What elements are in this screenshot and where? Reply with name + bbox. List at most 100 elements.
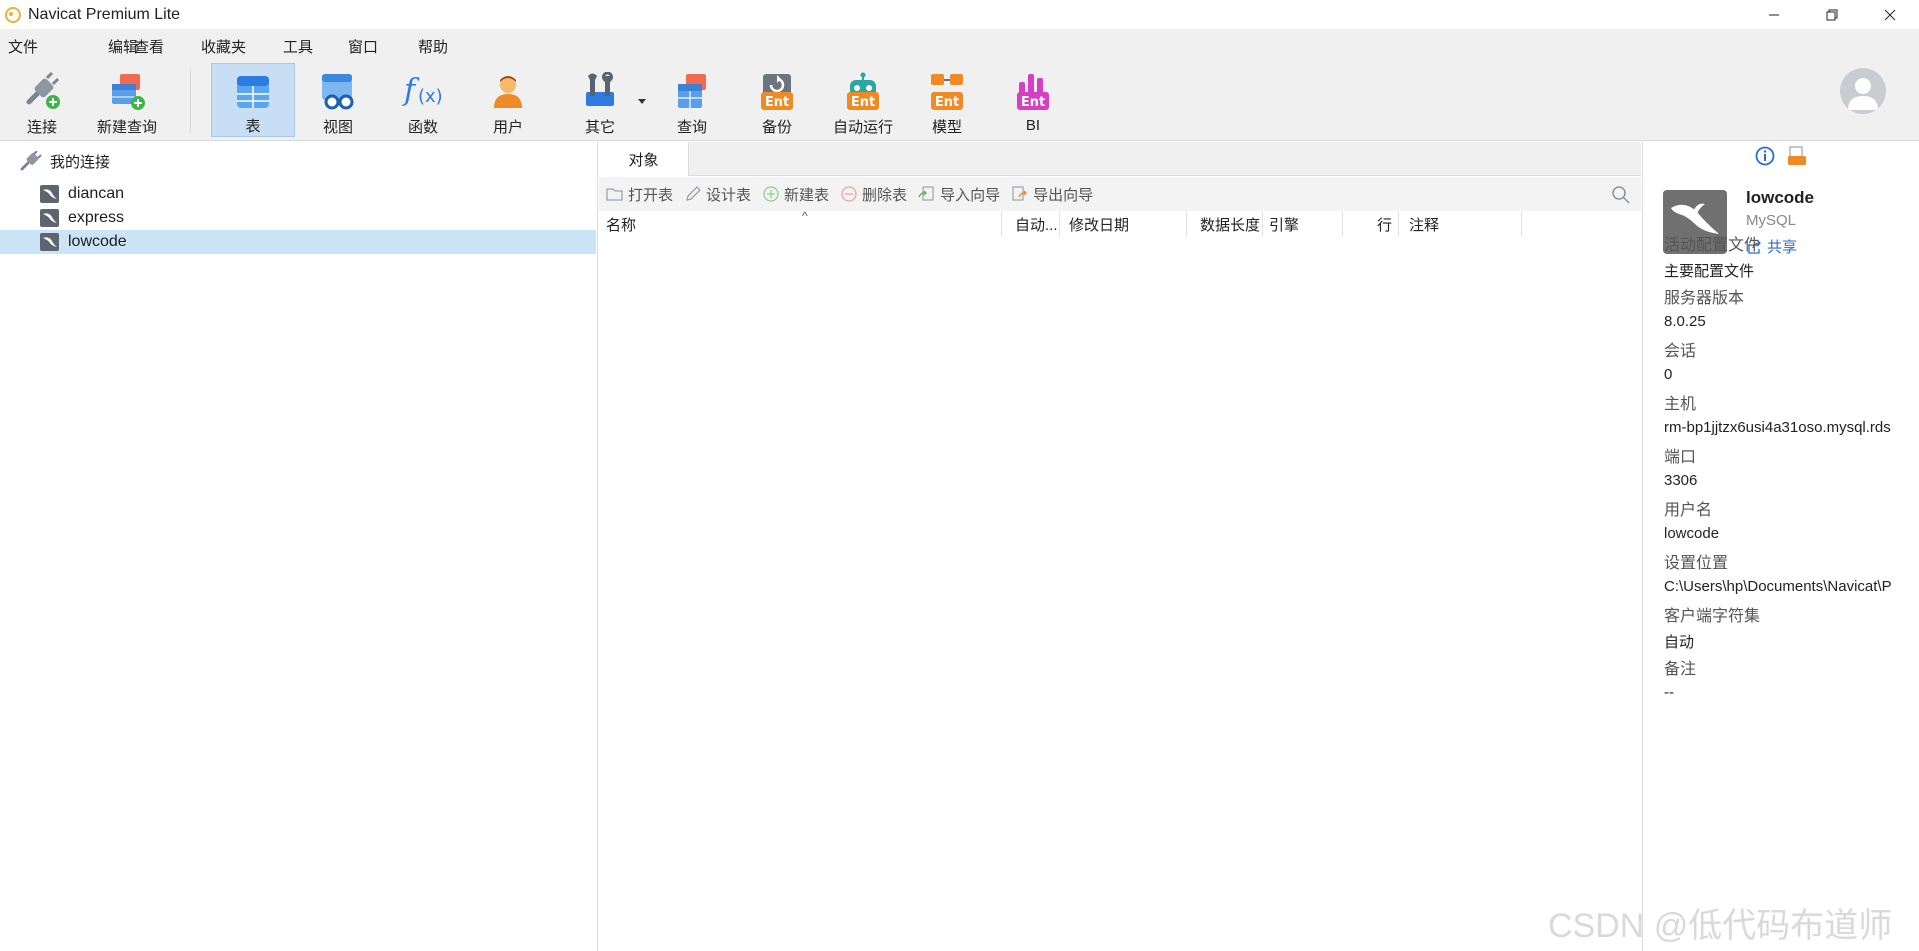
- new-query-button[interactable]: 新建查询: [90, 63, 164, 137]
- info-panel-tabs: [1755, 146, 1807, 166]
- menu-window[interactable]: 窗口: [348, 36, 378, 57]
- connection-name: lowcode: [1746, 188, 1815, 207]
- info-property-value: 自动: [1664, 634, 1695, 651]
- import-icon: [918, 186, 934, 201]
- info-property-value: rm-bp1jjtzx6usi4a31oso.mysql.rds: [1664, 419, 1891, 436]
- column-comment-label: 注释: [1409, 216, 1440, 234]
- import-wizard-label: 导入向导: [940, 186, 1001, 204]
- avatar[interactable]: [1840, 68, 1886, 114]
- column-comment[interactable]: 注释: [1409, 211, 1522, 237]
- info-property-value: 主要配置文件: [1664, 263, 1755, 280]
- automation-button[interactable]: Ent 自动运行: [826, 63, 900, 137]
- table-icon: [237, 75, 269, 108]
- column-rows[interactable]: 行: [1343, 211, 1399, 237]
- export-icon: [1012, 186, 1027, 201]
- column-name[interactable]: 名称 ^: [606, 209, 1002, 237]
- connection-item[interactable]: express: [0, 206, 596, 230]
- info-property: 主机 rm-bp1jjtzx6usi4a31oso.mysql.rds: [1664, 390, 1919, 436]
- tree-root[interactable]: 我的连接: [20, 150, 110, 172]
- backup-label: 备份: [761, 119, 792, 136]
- info-property: 服务器版本 8.0.25: [1664, 284, 1919, 330]
- navicat-window: Navicat Premium Lite 文件 编辑 查看 收藏夹 工具 窗口 …: [0, 0, 1919, 951]
- plug-icon: [26, 71, 60, 109]
- model-label: 模型: [931, 119, 962, 136]
- view-button[interactable]: 视图: [310, 63, 366, 137]
- open-table-button[interactable]: 打开表: [606, 184, 673, 205]
- minimize-icon: [1769, 14, 1779, 15]
- info-icon[interactable]: [1755, 146, 1775, 166]
- import-wizard-button[interactable]: 导入向导: [918, 184, 1000, 205]
- query-icon: [678, 73, 706, 108]
- column-name-label: 名称: [606, 216, 637, 234]
- model-button[interactable]: Ent 模型: [919, 63, 975, 137]
- ent-badge-text: Ent: [1021, 95, 1045, 110]
- menu-file[interactable]: 文件: [0, 36, 46, 57]
- connection-item[interactable]: diancan: [0, 182, 596, 206]
- backup-icon: Ent: [761, 73, 793, 110]
- info-property-value: C:\Users\hp\Documents\Navicat\P: [1664, 578, 1892, 595]
- tab-objects[interactable]: 对象: [599, 142, 689, 176]
- info-property-key: 客户端字符集: [1664, 608, 1761, 625]
- minus-circle-icon: [841, 186, 857, 202]
- column-auto-increment[interactable]: 自动...: [1015, 211, 1060, 237]
- column-modified-date-label: 修改日期: [1069, 216, 1130, 234]
- connection-label: express: [68, 209, 125, 226]
- column-data-length[interactable]: 数据长度: [1197, 211, 1263, 237]
- delete-table-label: 删除表: [862, 186, 908, 204]
- info-property: 端口 3306: [1664, 443, 1919, 489]
- query-button[interactable]: 查询: [664, 63, 720, 137]
- delete-table-button[interactable]: 删除表: [840, 184, 907, 205]
- mysql-connection-icon: [40, 185, 59, 203]
- query-label: 查询: [676, 119, 707, 136]
- info-property-key: 会话: [1664, 343, 1697, 360]
- sort-ascending-icon: ^: [802, 209, 808, 223]
- info-property: 活动配置文件 主要配置文件: [1664, 231, 1919, 281]
- new-table-button[interactable]: 新建表: [762, 184, 829, 205]
- info-property-key: 备注: [1664, 661, 1697, 678]
- restore-button[interactable]: [1803, 0, 1861, 29]
- table-label: 表: [245, 118, 261, 135]
- column-rows-label: 行: [1376, 216, 1392, 234]
- table-button[interactable]: 表: [211, 63, 295, 137]
- connect-label: 连接: [26, 119, 57, 136]
- info-property-value: 8.0.25: [1664, 313, 1706, 330]
- close-icon: [1884, 9, 1896, 20]
- close-button[interactable]: [1861, 0, 1919, 29]
- column-engine[interactable]: 引擎: [1269, 211, 1343, 237]
- ent-badge-text: Ent: [935, 95, 959, 110]
- info-property: 会话 0: [1664, 337, 1919, 383]
- menu-help[interactable]: 帮助: [418, 36, 448, 57]
- connection-type: MySQL: [1746, 212, 1797, 229]
- user-button[interactable]: 用户: [480, 63, 536, 137]
- other-dropdown-arrow[interactable]: [638, 99, 646, 104]
- export-wizard-button[interactable]: 导出向导: [1011, 184, 1093, 205]
- function-button[interactable]: f (x) 函数: [395, 63, 451, 137]
- bi-icon: Ent: [1017, 74, 1049, 110]
- other-button[interactable]: 其它: [572, 63, 628, 137]
- view-label: 视图: [322, 119, 353, 136]
- new-table-label: 新建表: [784, 186, 830, 204]
- objects-panel: 对象 打开表 设计表 新建表 删除表 导入向导 导出向导 名称 ^ 自动... …: [599, 142, 1641, 951]
- backup-button[interactable]: Ent 备份: [749, 63, 805, 137]
- user-avatar-icon: [1848, 78, 1878, 110]
- connection-item-selected[interactable]: lowcode: [0, 230, 596, 254]
- design-table-button[interactable]: 设计表: [684, 184, 751, 205]
- info-panel: lowcode MySQL 共享 活动配置文件 主要配置文件 服务器版本 8.0.25…: [1642, 142, 1919, 951]
- pencil-icon: [686, 186, 701, 201]
- menu-view[interactable]: 查看: [134, 36, 164, 57]
- bi-button[interactable]: Ent BI: [1005, 63, 1061, 137]
- search-icon[interactable]: [1611, 185, 1631, 205]
- ent-badge-text: Ent: [851, 95, 875, 110]
- column-modified-date[interactable]: 修改日期: [1069, 211, 1187, 237]
- function-label: 函数: [407, 119, 438, 136]
- connect-button[interactable]: 连接: [12, 63, 72, 137]
- folder-open-icon: [606, 188, 623, 201]
- ddl-ent-icon[interactable]: [1787, 146, 1807, 166]
- minimize-button[interactable]: [1745, 0, 1803, 29]
- tab-strip: 对象: [599, 142, 1641, 176]
- view-icon: [322, 73, 354, 109]
- svg-text:(x): (x): [418, 86, 443, 107]
- window-controls: [1745, 0, 1919, 29]
- menu-favorites[interactable]: 收藏夹: [201, 36, 246, 57]
- menu-tools[interactable]: 工具: [283, 36, 313, 57]
